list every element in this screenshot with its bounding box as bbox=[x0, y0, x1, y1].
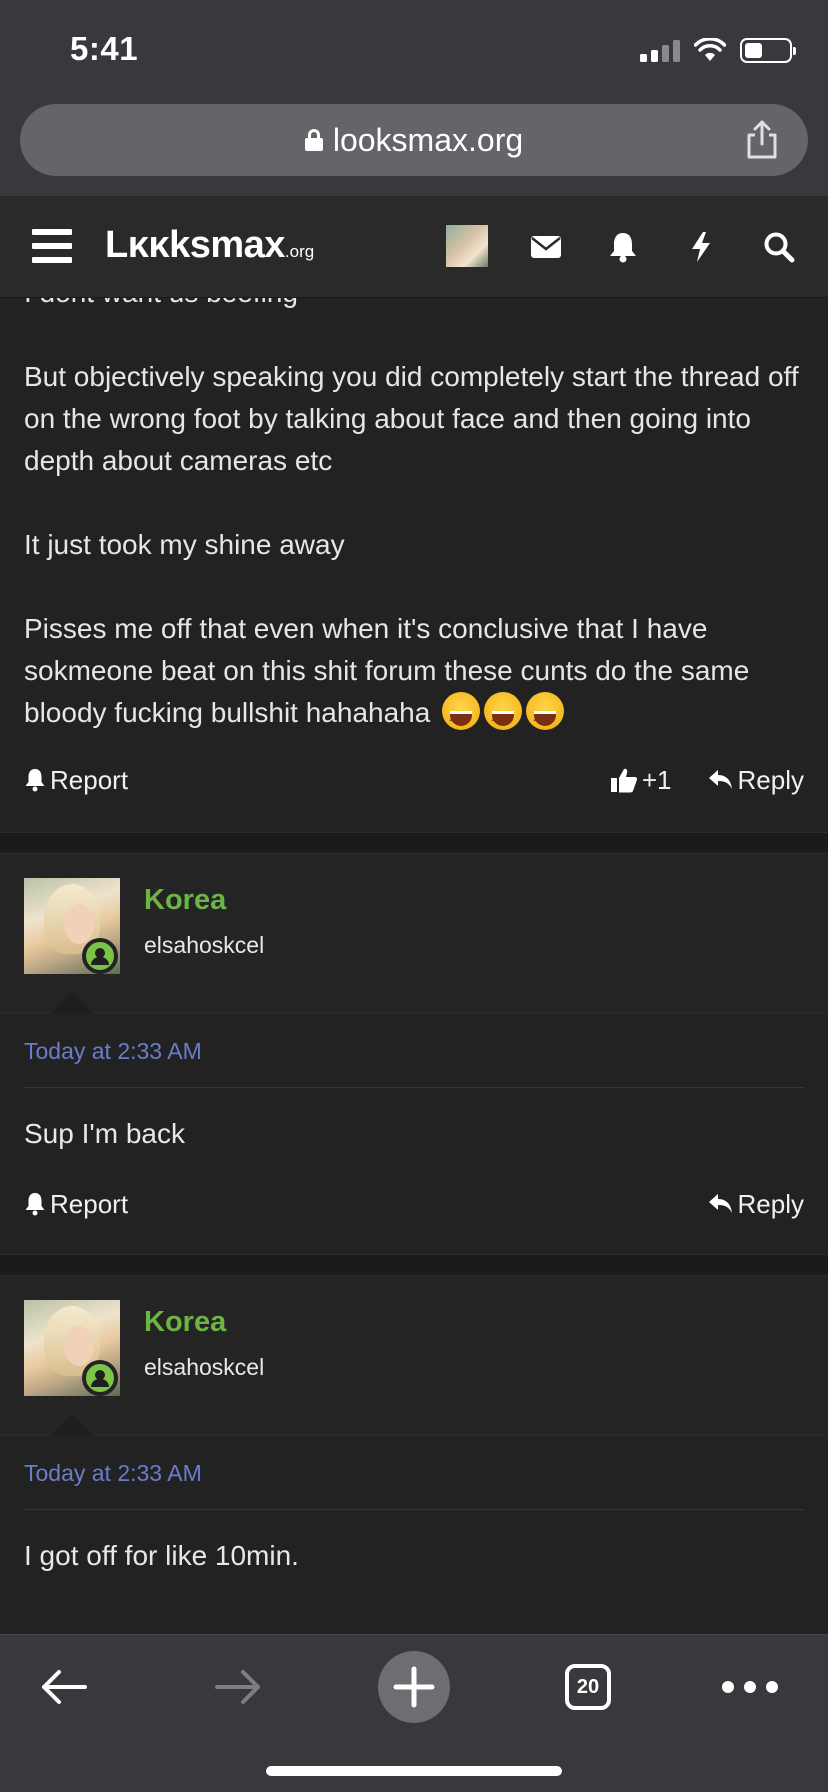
wifi-icon bbox=[694, 38, 726, 61]
post-paragraph: But objectively speaking you did complet… bbox=[24, 361, 799, 476]
reply-button[interactable]: Reply bbox=[708, 765, 804, 796]
bell-icon bbox=[25, 1193, 45, 1216]
post-message: Sup I'm back bbox=[24, 1118, 185, 1149]
user-title: elsahoskcel bbox=[144, 1354, 265, 1380]
back-button[interactable] bbox=[24, 1647, 104, 1727]
like-count: +1 bbox=[641, 764, 672, 795]
post-timestamp[interactable]: Today at 2:33 AM bbox=[24, 1436, 804, 1510]
site-header: Lκκksmax.org bbox=[0, 196, 828, 298]
more-button[interactable] bbox=[710, 1647, 790, 1727]
status-time: 5:41 bbox=[70, 30, 139, 67]
reply-button[interactable]: Reply bbox=[708, 1189, 804, 1220]
bell-icon[interactable] bbox=[604, 228, 642, 266]
more-icon bbox=[722, 1681, 778, 1693]
post-divider bbox=[0, 1254, 828, 1276]
reply-icon bbox=[708, 1194, 732, 1213]
report-button[interactable]: Report bbox=[24, 1189, 128, 1220]
share-icon[interactable] bbox=[744, 120, 780, 160]
laughing-emoji-icon bbox=[526, 692, 565, 739]
menu-icon[interactable] bbox=[32, 229, 72, 263]
thread-content: I dont want us beefing But objectively s… bbox=[0, 298, 828, 1634]
post-paragraph: It just took my shine away bbox=[24, 529, 345, 560]
forward-icon bbox=[215, 1670, 260, 1704]
post-paragraph: I dont want us beefing bbox=[24, 298, 804, 314]
browser-top-bar: 5:41 looksmax.org bbox=[0, 0, 828, 196]
post-divider bbox=[0, 832, 828, 854]
post-user-block: Korea elsahoskcel bbox=[0, 854, 828, 1014]
thumbs-up-icon bbox=[610, 768, 637, 793]
back-icon bbox=[42, 1670, 87, 1704]
bolt-icon[interactable] bbox=[682, 228, 720, 266]
search-icon[interactable] bbox=[760, 228, 798, 266]
account-avatar[interactable] bbox=[446, 225, 488, 267]
online-status-icon bbox=[82, 938, 118, 974]
post-actions: Report +1 Reply bbox=[0, 750, 828, 810]
report-button[interactable]: Report bbox=[24, 765, 128, 796]
tabs-icon: 20 bbox=[565, 1664, 611, 1710]
post-actions: Report Reply bbox=[0, 1174, 828, 1234]
like-button[interactable]: +1 bbox=[610, 765, 672, 796]
home-indicator[interactable] bbox=[266, 1766, 562, 1776]
laughing-emoji-icon bbox=[484, 692, 523, 739]
address-bar[interactable]: looksmax.org bbox=[20, 104, 808, 176]
bell-icon bbox=[25, 769, 45, 792]
reply-icon bbox=[708, 770, 732, 789]
signal-icon bbox=[640, 38, 680, 62]
post-body: I dont want us beefing But objectively s… bbox=[0, 298, 828, 739]
post-user-block: Korea elsahoskcel bbox=[0, 1276, 828, 1436]
status-icons bbox=[640, 36, 796, 64]
lock-icon bbox=[304, 129, 323, 151]
post: Korea elsahoskcel Today at 2:33 AM I got… bbox=[0, 1276, 828, 1596]
username[interactable]: Korea bbox=[144, 884, 226, 917]
online-status-icon bbox=[82, 1360, 118, 1396]
post-previous: I dont want us beefing But objectively s… bbox=[0, 298, 828, 810]
site-logo[interactable]: Lκκksmax.org bbox=[105, 224, 314, 267]
tabs-button[interactable]: 20 bbox=[548, 1647, 628, 1727]
laughing-emoji-icon bbox=[442, 692, 481, 739]
url-text: looksmax.org bbox=[332, 121, 524, 158]
plus-icon bbox=[393, 1666, 435, 1708]
battery-icon bbox=[740, 37, 796, 63]
forward-button[interactable] bbox=[198, 1647, 278, 1727]
post-timestamp[interactable]: Today at 2:33 AM bbox=[24, 1014, 804, 1088]
username[interactable]: Korea bbox=[144, 1306, 226, 1339]
mail-icon[interactable] bbox=[527, 228, 565, 266]
post-paragraph-last: Pisses me off that even when it's conclu… bbox=[24, 608, 804, 739]
user-title: elsahoskcel bbox=[144, 932, 265, 958]
post-message: I got off for like 10min. bbox=[24, 1540, 299, 1571]
post: Korea elsahoskcel Today at 2:33 AM Sup I… bbox=[0, 854, 828, 1234]
new-tab-button[interactable] bbox=[378, 1651, 450, 1723]
